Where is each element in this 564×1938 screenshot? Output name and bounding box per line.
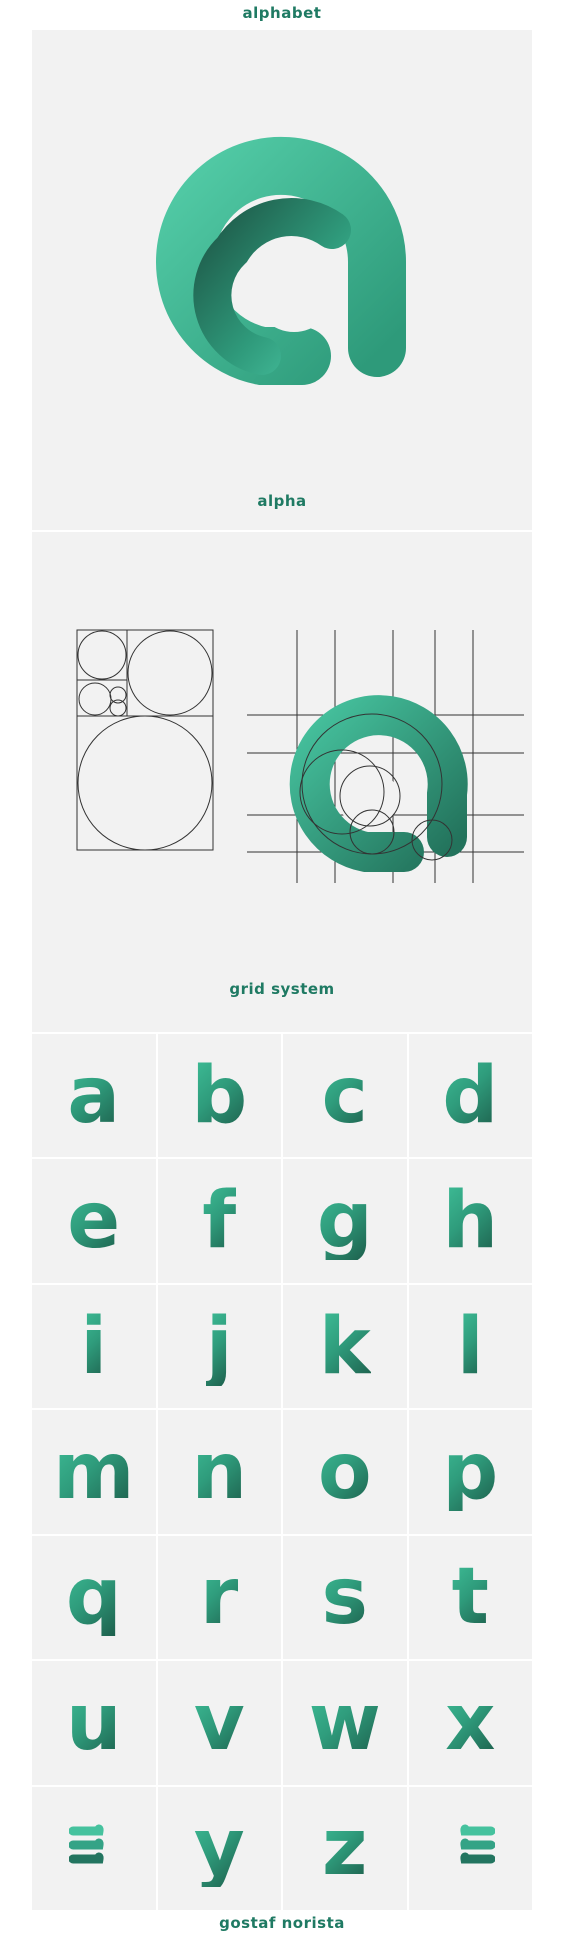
letter-glyph: c — [321, 1050, 368, 1141]
wing-stroke — [68, 1824, 104, 1836]
grid-system-panel: grid system — [32, 532, 532, 1032]
letter-cell: m — [32, 1410, 156, 1534]
letter-cell: r — [157, 1535, 281, 1660]
letter-glyph: b — [191, 1050, 248, 1141]
wing-stroke — [460, 1824, 496, 1836]
letter-cell: k — [283, 1284, 407, 1409]
letter-glyph: o — [317, 1426, 372, 1517]
wing-stroke — [460, 1852, 496, 1864]
letter-glyph: n — [191, 1426, 248, 1517]
letter-cell: n — [157, 1410, 281, 1534]
letter-cell: l — [408, 1284, 532, 1409]
letter-glyph: m — [53, 1426, 135, 1517]
letter-glyph: z — [322, 1803, 368, 1894]
letter-cell: x — [408, 1661, 532, 1785]
ornament-cell — [408, 1786, 532, 1910]
letter-cell: i — [32, 1284, 156, 1409]
hero-panel: alpha — [32, 30, 532, 530]
letter-cell: j — [157, 1284, 281, 1409]
letter-cell: s — [283, 1535, 407, 1660]
letter-cell: z — [283, 1786, 407, 1910]
wing-stroke — [460, 1838, 496, 1850]
letter-glyph: f — [202, 1176, 237, 1267]
letter-glyph: a — [67, 1050, 121, 1141]
letter-glyph: e — [67, 1176, 121, 1267]
letter-glyph: q — [65, 1552, 122, 1643]
letter-cell: e — [32, 1159, 156, 1283]
letter-cell: a — [32, 1034, 156, 1158]
ornament-cell — [32, 1786, 156, 1910]
letter-cell: o — [283, 1410, 407, 1534]
grid-system-label: grid system — [229, 980, 335, 998]
hero-letter-a-logo — [156, 136, 406, 385]
letter-cell: q — [32, 1535, 156, 1660]
letter-cell: h — [408, 1159, 532, 1283]
wing-stroke — [68, 1838, 104, 1850]
wing-ornament-icon — [460, 1824, 496, 1864]
letter-glyph: l — [456, 1301, 484, 1392]
letter-glyph: w — [308, 1677, 381, 1768]
letter-glyph: u — [65, 1677, 122, 1768]
letter-glyph: k — [318, 1301, 371, 1392]
letter-glyph: d — [442, 1050, 499, 1141]
letter-glyph: j — [205, 1301, 233, 1392]
alphabet-grid: abcd efgh i jkl mnop qrst uvwx yz — [32, 1034, 532, 1910]
letter-cell: v — [157, 1661, 281, 1785]
letter-cell: w — [283, 1661, 407, 1785]
hero-label: alpha — [257, 492, 307, 510]
letter-glyph: t — [451, 1552, 489, 1643]
letter-glyph: y — [193, 1803, 245, 1894]
letter-cell: f — [157, 1159, 281, 1283]
letter-cell: p — [408, 1410, 532, 1534]
letter-cell: b — [157, 1034, 281, 1158]
letter-cell: y — [157, 1786, 281, 1910]
grid-system-diagram — [76, 629, 524, 883]
footer-credit: gostaf norista — [219, 1914, 345, 1932]
letter-cell: d — [408, 1034, 532, 1158]
letter-glyph: p — [442, 1426, 499, 1517]
wing-ornament-icon — [68, 1824, 104, 1864]
letter-glyph: v — [193, 1677, 245, 1768]
letter-cell: g — [283, 1159, 407, 1283]
letter-glyph: i — [80, 1301, 108, 1392]
letter-glyph: r — [200, 1552, 239, 1643]
header-title: alphabet — [242, 4, 322, 22]
letter-cell: t — [408, 1535, 532, 1660]
letter-glyph: s — [321, 1552, 368, 1643]
letter-cell: c — [283, 1034, 407, 1158]
letter-glyph: g — [316, 1176, 373, 1267]
letter-glyph: h — [442, 1176, 499, 1267]
letter-glyph: x — [445, 1677, 496, 1768]
letter-cell: u — [32, 1661, 156, 1785]
wing-stroke — [68, 1852, 104, 1864]
